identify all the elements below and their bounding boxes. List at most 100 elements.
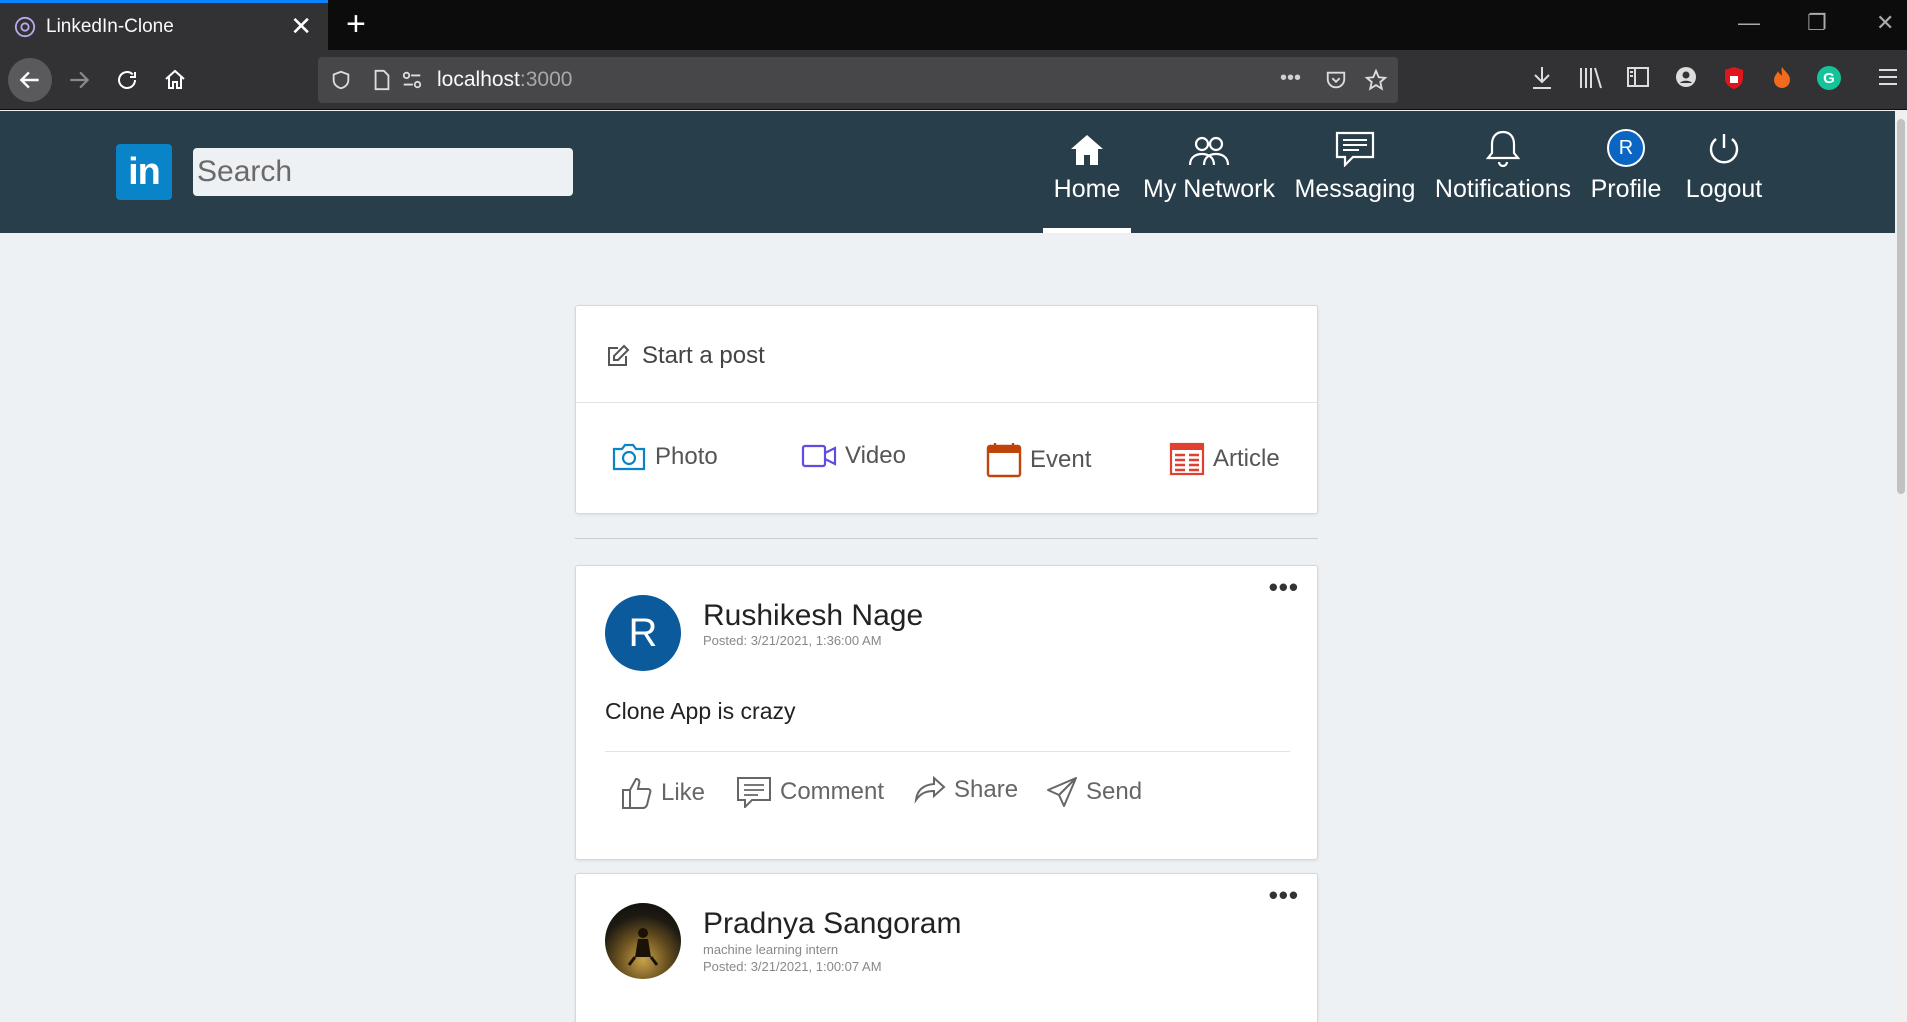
messaging-icon (1335, 131, 1375, 167)
nav-label: My Network (1143, 175, 1275, 203)
post-timestamp: Posted: 3/21/2021, 1:36:00 AM (703, 633, 882, 648)
search-input[interactable] (193, 148, 573, 196)
article-label: Article (1213, 445, 1280, 472)
camera-icon (612, 443, 646, 471)
share-icon (914, 776, 946, 804)
photo-button[interactable]: Photo (611, 442, 718, 472)
send-button[interactable]: Send (1046, 776, 1142, 808)
nav-label: Notifications (1434, 175, 1572, 203)
back-button[interactable] (8, 58, 52, 102)
ublock-icon[interactable] (1722, 65, 1746, 91)
download-icon[interactable] (1530, 65, 1554, 91)
nav-notifications[interactable]: Notifications (1435, 121, 1571, 233)
send-label: Send (1086, 778, 1143, 805)
browser-tab[interactable]: LinkedIn-Clone ✕ (0, 0, 328, 50)
library-icon[interactable] (1578, 65, 1604, 91)
reload-icon (118, 71, 136, 89)
nav-logout[interactable]: Logout (1681, 121, 1767, 233)
send-icon (1047, 777, 1077, 807)
nav-label: Profile (1590, 175, 1662, 203)
nav-home[interactable]: Home (1043, 121, 1131, 233)
menu-icon[interactable] (1876, 65, 1900, 89)
post-card: R Rushikesh Nage Posted: 3/21/2021, 1:36… (575, 565, 1318, 860)
pocket-icon[interactable] (1324, 69, 1348, 91)
article-icon (1169, 442, 1205, 476)
post-composer: Start a post Photo Video Event Article (575, 305, 1318, 514)
start-post-button[interactable]: Start a post (606, 342, 765, 370)
home-browser-button[interactable] (156, 61, 194, 99)
tab-close-icon[interactable]: ✕ (290, 13, 312, 39)
url-text[interactable]: localhost:3000 (437, 68, 572, 92)
power-icon (1709, 134, 1739, 164)
video-label: Video (845, 442, 906, 469)
url-bar[interactable]: localhost:3000 ••• (318, 57, 1398, 103)
linkedin-logo[interactable]: in (116, 144, 172, 200)
comment-icon (737, 777, 771, 808)
avatar: R (1607, 129, 1645, 167)
more-options-icon[interactable]: ••• (1269, 880, 1299, 911)
new-tab-button[interactable]: + (346, 6, 366, 42)
calendar-icon (986, 443, 1022, 478)
grammarly-icon[interactable]: G (1816, 65, 1842, 91)
article-button[interactable]: Article (1169, 442, 1280, 476)
nav-label: Logout (1685, 175, 1763, 203)
post-card: Pradnya Sangoram machine learning intern… (575, 873, 1318, 1022)
like-label: Like (661, 779, 706, 806)
window-close-icon[interactable]: ✕ (1876, 10, 1894, 36)
photo-label: Photo (655, 443, 718, 470)
svg-text:G: G (1823, 70, 1835, 87)
divider (605, 751, 1290, 752)
nav-messaging[interactable]: Messaging (1294, 121, 1416, 233)
reload-button[interactable] (108, 61, 146, 99)
extension-flame-icon[interactable] (1770, 65, 1794, 91)
tab-title: LinkedIn-Clone (46, 15, 174, 37)
feed-divider (575, 538, 1318, 539)
video-button[interactable]: Video (801, 442, 906, 470)
start-post-label: Start a post (642, 342, 765, 369)
comment-label: Comment (780, 778, 885, 805)
scrollbar-thumb[interactable] (1897, 119, 1905, 494)
back-arrow-icon (19, 71, 39, 89)
post-timestamp: Posted: 3/21/2021, 1:00:07 AM (703, 959, 882, 974)
url-port: :3000 (519, 68, 573, 91)
person-photo-icon (627, 928, 659, 966)
browser-toolbar: localhost:3000 ••• G (0, 50, 1907, 110)
event-label: Event (1030, 446, 1092, 473)
nav-label: Messaging (1294, 175, 1416, 203)
author-photo-avatar[interactable] (605, 903, 681, 979)
nav-label: Home (1053, 175, 1121, 203)
favicon-icon (14, 16, 36, 37)
page-scrollbar[interactable] (1895, 111, 1907, 1022)
page-icon[interactable] (372, 69, 392, 91)
home-browser-icon (165, 69, 185, 89)
account-icon[interactable] (1674, 65, 1698, 89)
more-options-icon[interactable]: ••• (1269, 572, 1299, 603)
permissions-icon[interactable] (400, 69, 424, 91)
post-text: Clone App is crazy (605, 698, 796, 724)
forward-arrow-icon (70, 71, 90, 89)
video-icon (801, 444, 837, 468)
like-button[interactable]: Like (621, 776, 705, 810)
event-button[interactable]: Event (986, 442, 1091, 478)
author-name[interactable]: Rushikesh Nage (703, 599, 923, 633)
shield-icon[interactable] (330, 69, 352, 91)
author-headline: machine learning intern (703, 942, 839, 957)
minimize-icon[interactable]: — (1738, 10, 1760, 36)
page-actions-icon[interactable]: ••• (1280, 67, 1301, 90)
bell-icon (1486, 130, 1520, 167)
app-header: in Home My Network Messaging Notificatio… (0, 111, 1895, 233)
url-host: localhost (437, 68, 520, 91)
comment-button[interactable]: Comment (736, 776, 884, 808)
nav-profile[interactable]: R Profile (1590, 121, 1662, 233)
author-name[interactable]: Pradnya Sangoram (703, 907, 962, 941)
restore-icon[interactable]: ❐ (1807, 10, 1827, 36)
share-button[interactable]: Share (914, 776, 1018, 804)
like-icon (622, 777, 652, 809)
bookmark-star-icon[interactable] (1364, 69, 1388, 91)
nav-my-network[interactable]: My Network (1141, 121, 1277, 233)
network-icon (1188, 136, 1230, 166)
author-avatar[interactable]: R (605, 595, 681, 671)
forward-button[interactable] (60, 61, 98, 99)
sidebar-icon[interactable] (1626, 65, 1650, 89)
home-icon (1071, 135, 1103, 165)
